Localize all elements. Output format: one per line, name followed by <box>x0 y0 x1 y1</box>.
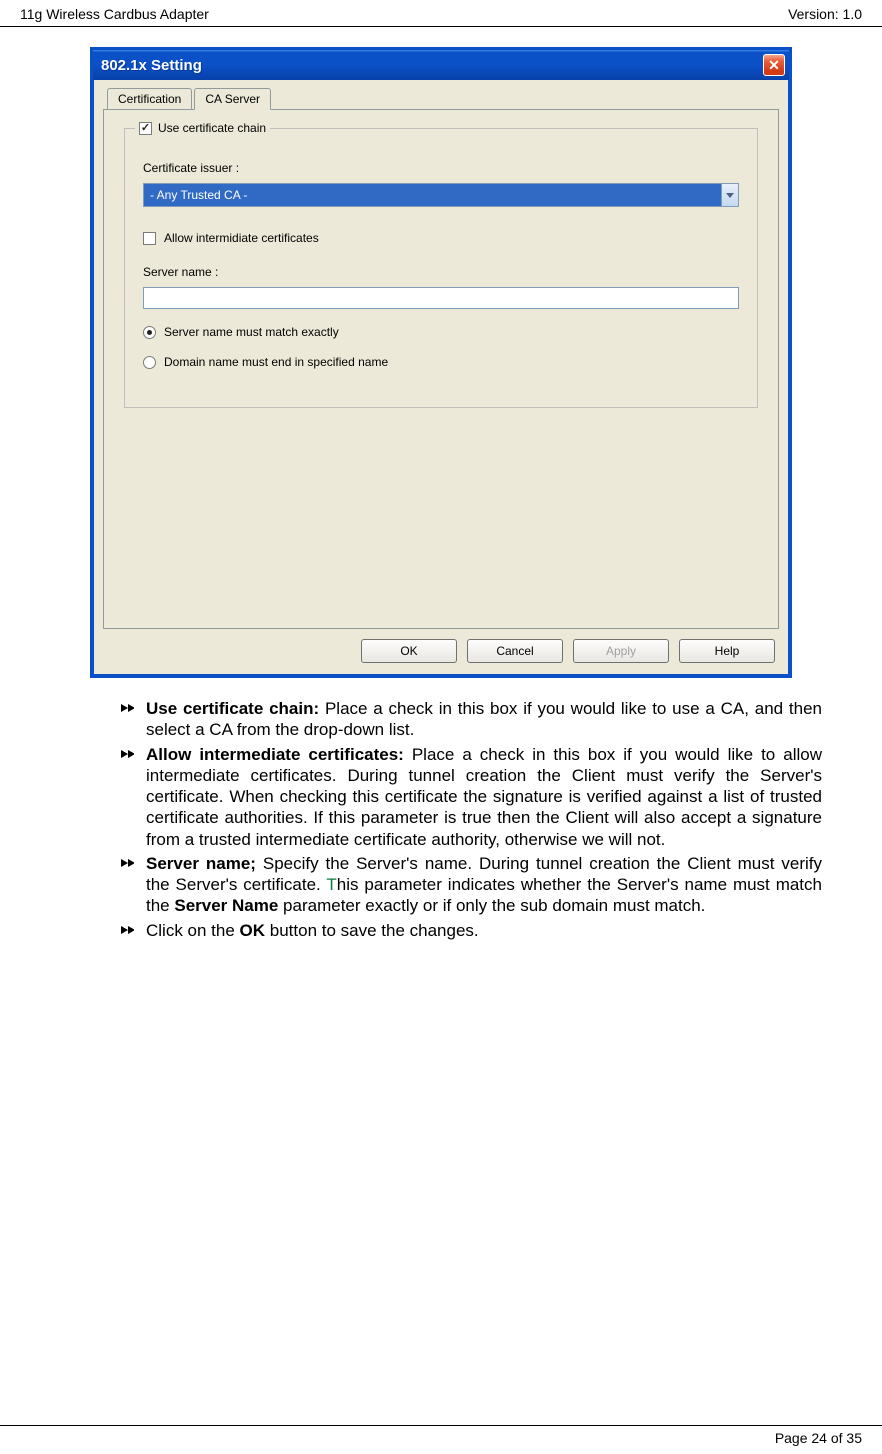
tab-ca-server[interactable]: CA Server <box>194 88 271 110</box>
cancel-button[interactable]: Cancel <box>467 639 563 663</box>
page-footer: Page 24 of 35 <box>0 1425 882 1446</box>
window-title: 802.1x Setting <box>101 57 202 74</box>
tab-strip: Certification CA Server <box>103 88 779 110</box>
close-button[interactable]: ✕ <box>763 54 785 76</box>
cert-chain-group: Use certificate chain Certificate issuer… <box>124 128 758 408</box>
bullet-2-bold: Allow intermediate certificates: <box>146 745 404 764</box>
allow-intermediate-row: Allow intermidiate certificates <box>143 231 739 245</box>
header-right: Version: 1.0 <box>788 6 862 22</box>
radio-domain-end[interactable] <box>143 356 156 369</box>
dialog-body: Certification CA Server Use certificate … <box>93 80 789 675</box>
bullet-4-bold: OK <box>240 921 266 940</box>
bullet-allow-intermediate: Allow intermediate certificates: Place a… <box>120 744 822 850</box>
cert-issuer-label: Certificate issuer : <box>143 161 739 175</box>
cert-chain-legend: Use certificate chain <box>135 121 270 135</box>
page-number: Page 24 of 35 <box>775 1430 862 1446</box>
header-left: 11g Wireless Cardbus Adapter <box>20 6 209 22</box>
bullet-4-pre: Click on the <box>146 921 240 940</box>
bullet-server-name: Server name; Specify the Server's name. … <box>120 853 822 917</box>
bullet-3-green: T <box>326 875 336 894</box>
ok-button[interactable]: OK <box>361 639 457 663</box>
bullet-click-ok: Click on the OK button to save the chang… <box>120 920 822 941</box>
page-header: 11g Wireless Cardbus Adapter Version: 1.… <box>0 0 882 27</box>
bullet-use-cert-chain: Use certificate chain: Place a check in … <box>120 698 822 741</box>
allow-intermediate-label: Allow intermidiate certificates <box>164 231 319 245</box>
bullet-3-bold2: Server Name <box>174 896 278 915</box>
bullet-4-post: button to save the changes. <box>265 921 479 940</box>
tab-ca-server-label: CA Server <box>205 92 260 106</box>
help-button[interactable]: Help <box>679 639 775 663</box>
radio-match-exactly[interactable] <box>143 326 156 339</box>
server-name-input[interactable] <box>143 287 739 309</box>
use-cert-chain-checkbox[interactable] <box>139 122 152 135</box>
arrow-icon <box>120 923 134 937</box>
apply-button[interactable]: Apply <box>573 639 669 663</box>
radio-exact-row: Server name must match exactly <box>143 325 739 339</box>
radio-match-exactly-label: Server name must match exactly <box>164 325 339 339</box>
arrow-icon <box>120 701 134 715</box>
tab-panel: Use certificate chain Certificate issuer… <box>103 109 779 629</box>
titlebar: 802.1x Setting ✕ <box>93 50 789 80</box>
cert-issuer-dropdown[interactable]: - Any Trusted CA - <box>143 183 739 207</box>
tab-certification-label: Certification <box>118 92 181 106</box>
radio-domain-end-label: Domain name must end in specified name <box>164 355 388 369</box>
tab-certification[interactable]: Certification <box>107 88 192 110</box>
doc-bullets: Use certificate chain: Place a check in … <box>60 698 822 941</box>
bullet-3-post2: parameter exactly or if only the sub dom… <box>278 896 705 915</box>
dropdown-button[interactable] <box>721 183 739 207</box>
close-icon: ✕ <box>768 58 780 72</box>
bullet-3-bold: Server name; <box>146 854 256 873</box>
cert-issuer-value: - Any Trusted CA - <box>143 183 721 207</box>
dialog-buttons: OK Cancel Apply Help <box>103 629 779 663</box>
server-name-label: Server name : <box>143 265 739 279</box>
settings-dialog: 802.1x Setting ✕ Certification CA Server… <box>90 47 792 678</box>
use-cert-chain-label: Use certificate chain <box>158 121 266 135</box>
allow-intermediate-checkbox[interactable] <box>143 232 156 245</box>
content-wrap: 802.1x Setting ✕ Certification CA Server… <box>0 27 882 941</box>
arrow-icon <box>120 747 134 761</box>
bullet-1-bold: Use certificate chain: <box>146 699 319 718</box>
chevron-down-icon <box>726 193 734 198</box>
arrow-icon <box>120 856 134 870</box>
radio-domain-row: Domain name must end in specified name <box>143 355 739 369</box>
